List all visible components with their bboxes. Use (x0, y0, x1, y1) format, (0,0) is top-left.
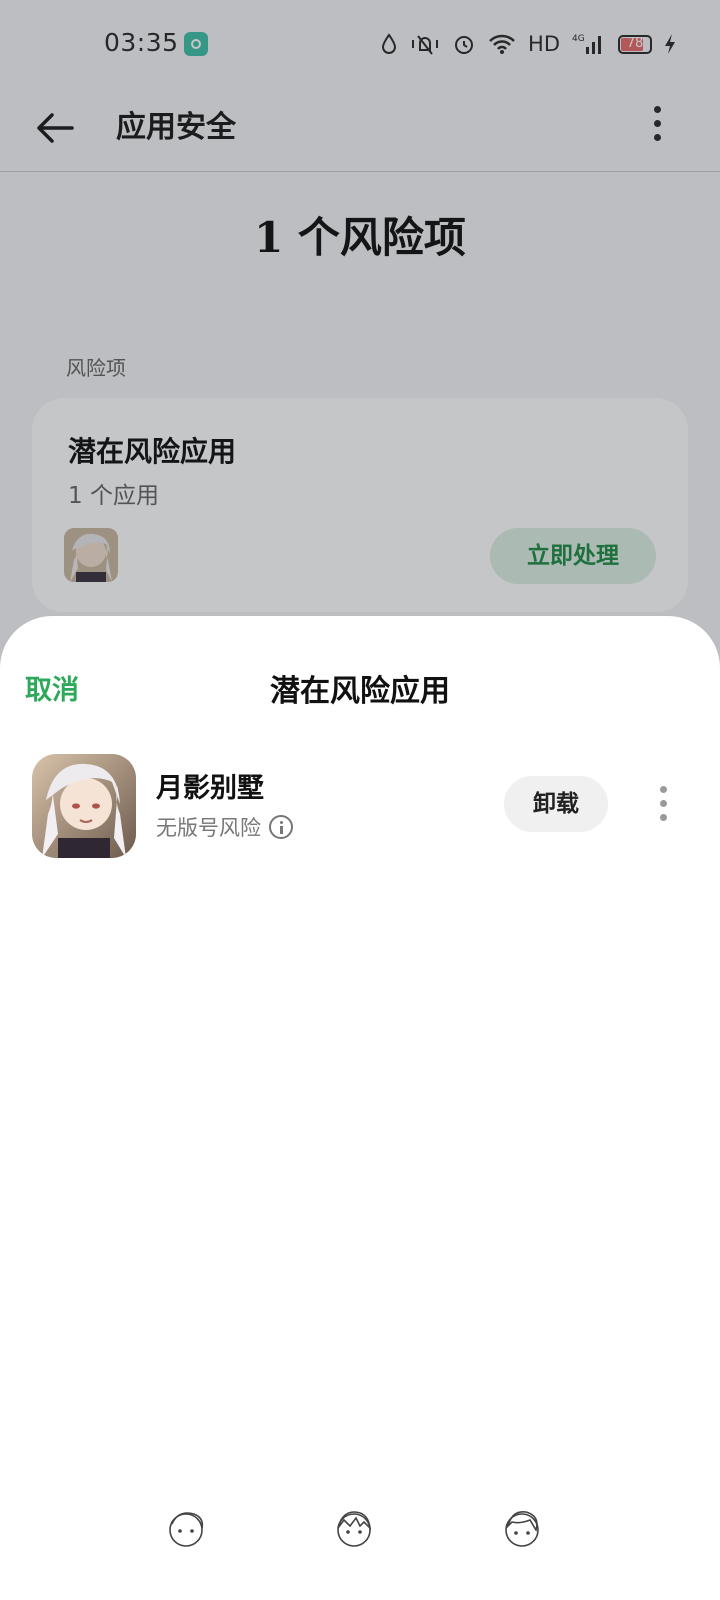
nav-home-icon[interactable] (332, 1506, 376, 1550)
sheet-title: 潜在风险应用 (270, 674, 450, 709)
info-icon[interactable] (269, 815, 293, 839)
uninstall-button[interactable]: 卸载 (504, 776, 608, 832)
nav-recents-icon[interactable] (500, 1506, 544, 1550)
app-risk-info: 无版号风险 (156, 812, 293, 842)
risk-apps-sheet: 取消 潜在风险应用 月影别墅 无版号风险 卸载 (0, 616, 720, 1600)
list-item[interactable]: 月影别墅 无版号风险 卸载 (0, 746, 720, 866)
navigation-bar (0, 1506, 720, 1566)
nav-back-icon[interactable] (164, 1506, 208, 1550)
more-vertical-icon[interactable] (658, 784, 670, 824)
app-name: 月影别墅 (156, 773, 264, 804)
app-icon (32, 754, 136, 858)
app-risk-label: 无版号风险 (156, 816, 261, 840)
